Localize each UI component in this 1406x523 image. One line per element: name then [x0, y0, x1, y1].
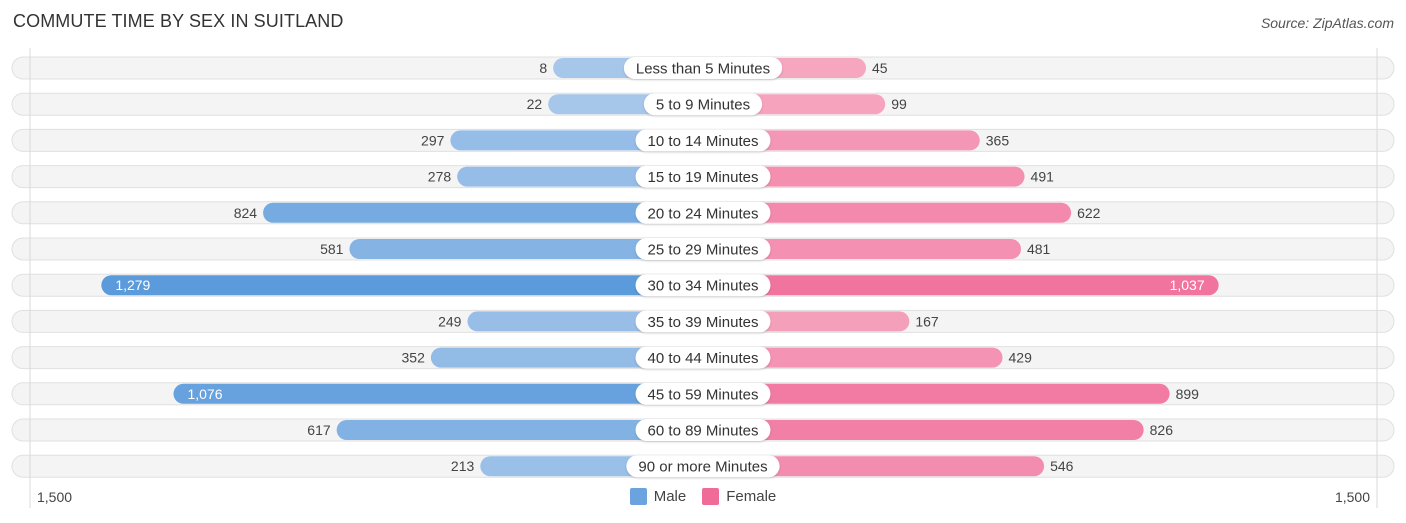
legend: Male Female: [0, 488, 1406, 505]
value-label-female: 491: [1031, 169, 1055, 185]
value-label-female: 45: [872, 60, 888, 76]
category-label: 25 to 29 Minutes: [648, 242, 759, 259]
category-label: 60 to 89 Minutes: [648, 423, 759, 440]
category-label: 35 to 39 Minutes: [648, 314, 759, 331]
value-label-female: 899: [1176, 386, 1200, 402]
category-label: Less than 5 Minutes: [636, 61, 770, 78]
bar-male[interactable]: [101, 275, 704, 296]
value-label-female: 481: [1027, 241, 1051, 257]
value-label-male: 278: [428, 169, 452, 185]
legend-male-label: Male: [653, 488, 687, 505]
category-label: 5 to 9 Minutes: [656, 97, 750, 114]
value-label-female: 365: [986, 132, 1010, 148]
bar-female[interactable]: [703, 275, 1219, 296]
value-label-male: 1,076: [187, 386, 222, 402]
value-label-male: 8: [539, 60, 547, 76]
value-label-female: 622: [1077, 205, 1101, 221]
male-swatch: [629, 488, 647, 505]
value-label-female: 1,037: [1170, 277, 1205, 293]
value-label-female: 167: [915, 313, 939, 329]
value-label-male: 249: [438, 313, 462, 329]
category-label: 90 or more Minutes: [638, 459, 767, 476]
value-label-male: 297: [421, 132, 445, 148]
category-label: 20 to 24 Minutes: [648, 205, 759, 222]
legend-item-female[interactable]: Female: [702, 488, 776, 505]
value-label-male: 22: [527, 96, 543, 112]
bar-female[interactable]: [703, 383, 1170, 404]
value-label-male: 352: [402, 350, 426, 366]
legend-item-male[interactable]: Male: [629, 488, 687, 505]
value-label-male: 617: [307, 422, 331, 438]
value-label-female: 429: [1009, 350, 1033, 366]
value-label-male: 1,279: [115, 277, 150, 293]
value-label-male: 824: [234, 205, 258, 221]
value-label-male: 213: [451, 458, 475, 474]
value-label-female: 99: [891, 96, 907, 112]
value-label-female: 826: [1150, 422, 1174, 438]
bar-male[interactable]: [173, 383, 703, 404]
category-label: 15 to 19 Minutes: [648, 169, 759, 186]
female-swatch: [702, 488, 720, 505]
legend-female-label: Female: [726, 488, 777, 505]
value-label-male: 581: [320, 241, 344, 257]
category-label: 10 to 14 Minutes: [648, 133, 759, 150]
category-label: 30 to 34 Minutes: [648, 278, 759, 295]
value-label-female: 546: [1050, 458, 1074, 474]
category-label: 45 to 59 Minutes: [648, 386, 759, 403]
chart-area: Less than 5 Minutes 8 45 5 to 9 Minutes 22 99…: [11, 48, 1395, 508]
category-label: 40 to 44 Minutes: [648, 350, 759, 367]
